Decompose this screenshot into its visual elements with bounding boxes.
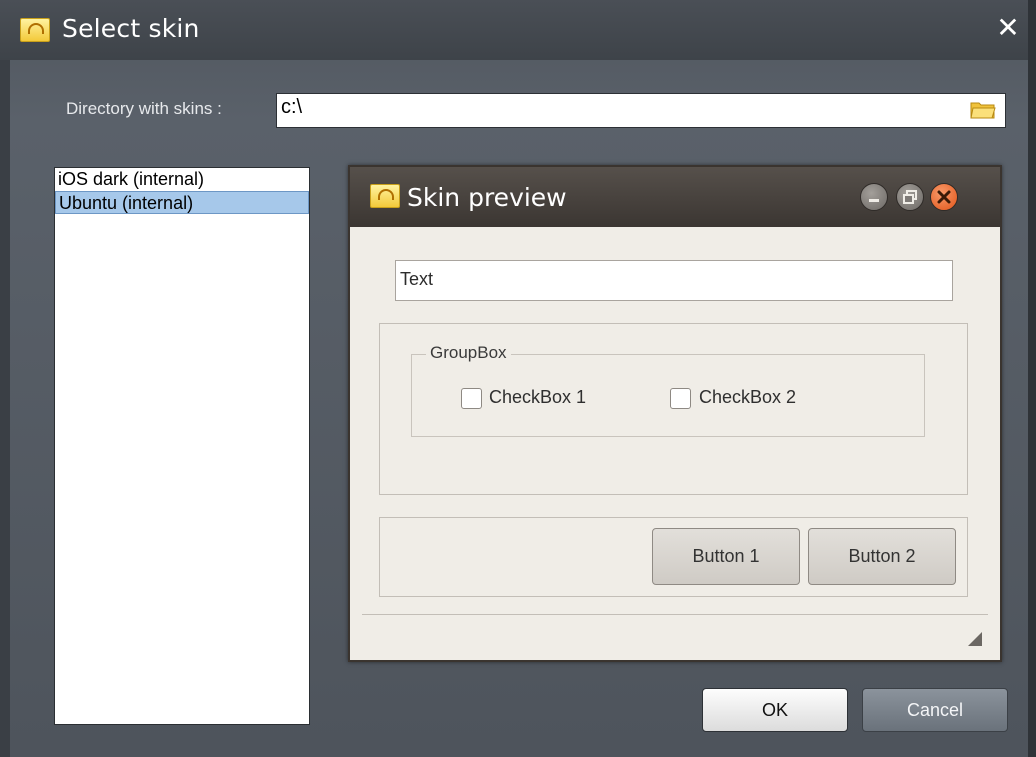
window-title: Select skin <box>62 14 200 43</box>
status-bar-divider <box>362 614 988 615</box>
list-item[interactable]: iOS dark (internal) <box>55 168 309 191</box>
checkbox-1[interactable] <box>461 388 482 409</box>
preview-title: Skin preview <box>407 183 567 212</box>
close-icon[interactable]: ✕ <box>994 14 1022 42</box>
preview-close-icon[interactable] <box>930 183 958 211</box>
cancel-button[interactable]: Cancel <box>862 688 1008 732</box>
folder-icon[interactable] <box>970 100 996 120</box>
checkbox-2[interactable] <box>670 388 691 409</box>
minimize-icon[interactable] <box>860 183 888 211</box>
preview-button-2[interactable]: Button 2 <box>808 528 956 585</box>
preview-title-bar: Skin preview <box>350 167 1000 227</box>
skin-preview-window: Skin preview Text GroupBox CheckBox 1 Ch… <box>348 165 1002 662</box>
preview-text-input[interactable]: Text <box>395 260 953 301</box>
app-icon <box>20 18 50 42</box>
checkbox-2-label: CheckBox 2 <box>699 387 797 407</box>
select-skin-dialog: Select skin ✕ Directory with skins : c:\… <box>0 0 1036 757</box>
preview-app-icon <box>370 184 400 208</box>
ok-button[interactable]: OK <box>702 688 848 732</box>
title-bar: Select skin ✕ <box>0 0 1036 60</box>
list-item-selected[interactable]: Ubuntu (internal) <box>55 191 309 214</box>
checkbox-1-label: CheckBox 1 <box>489 387 587 407</box>
directory-label: Directory with skins : <box>66 99 222 118</box>
directory-input[interactable]: c:\ <box>276 93 1006 128</box>
resize-grip-icon[interactable] <box>968 632 982 646</box>
preview-button-1[interactable]: Button 1 <box>652 528 800 585</box>
skin-list[interactable]: iOS dark (internal) Ubuntu (internal) <box>54 167 310 725</box>
groupbox-label: GroupBox <box>426 343 511 363</box>
restore-icon[interactable] <box>896 183 924 211</box>
